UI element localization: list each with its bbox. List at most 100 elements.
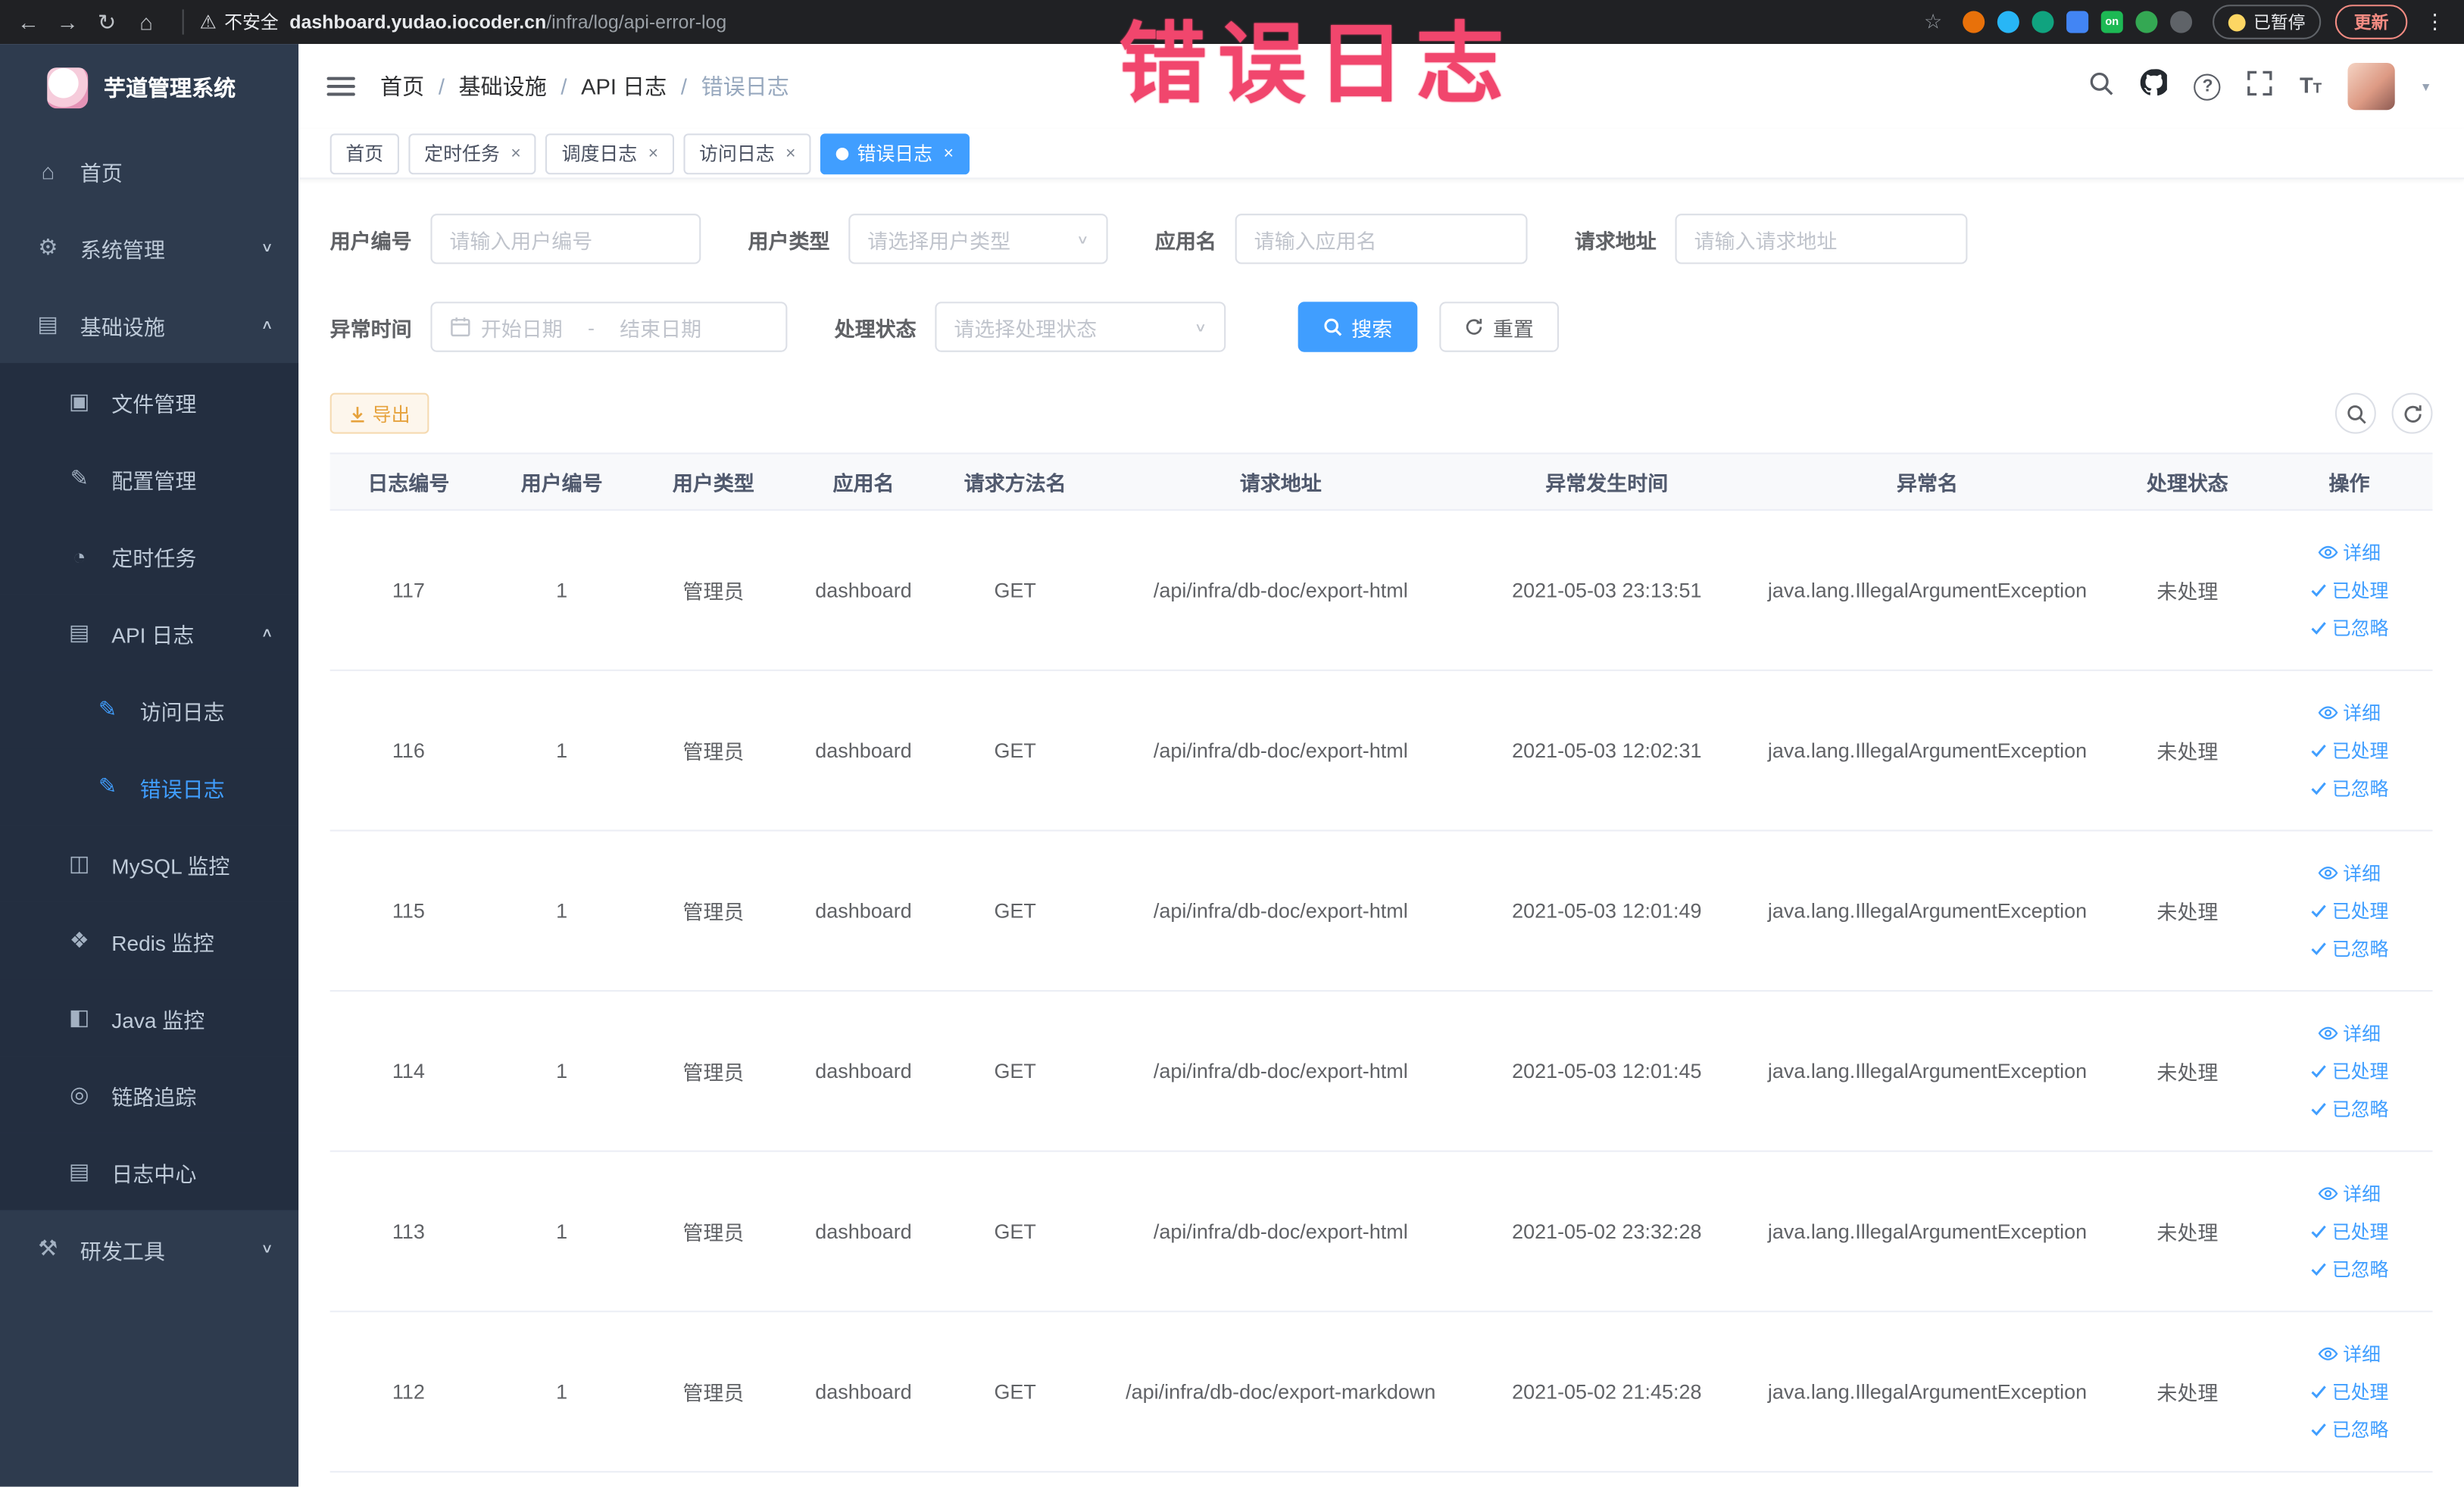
detail-link[interactable]: 详细 [2318,1180,2381,1207]
bookmark-star-icon[interactable]: ☆ [1924,9,1942,34]
app-name-group: 应用名 请输入应用名 [1155,214,1528,264]
sidebar-item[interactable]: ◎ 链路追踪 [0,1056,299,1133]
paused-badge[interactable]: 已暂停 [2213,5,2322,39]
app-logo[interactable]: 芋道管理系统 [0,44,298,132]
mark-ignored-link[interactable]: 已忽略 [2310,1416,2388,1442]
process-status-select[interactable]: 请选择处理状态 ∨ [935,301,1226,352]
mark-ignored-link[interactable]: 已忽略 [2310,775,2388,801]
browser-back-icon[interactable]: ← [16,0,41,44]
app-name-input[interactable]: 请输入应用名 [1235,214,1528,264]
mark-processed-link[interactable]: 已处理 [2310,576,2388,603]
mark-processed-link[interactable]: 已处理 [2310,898,2388,924]
tab[interactable]: 访问日志 × [683,133,812,174]
browser-reload-icon[interactable]: ↻ [94,0,119,44]
tab[interactable]: 错误日志 × [820,133,970,174]
tab[interactable]: 定时任务 × [408,133,537,174]
eye-icon [2318,545,2338,559]
sidebar-item[interactable]: ◫ MySQL 监控 [0,825,299,902]
search-button[interactable]: 搜索 [1298,301,1418,352]
breadcrumb-item[interactable]: 首页 [380,70,424,102]
extension-leaf-icon[interactable] [2135,11,2158,33]
reset-button[interactable]: 重置 [1439,301,1560,352]
github-icon[interactable] [2141,69,2170,104]
fullscreen-icon[interactable] [2247,70,2273,103]
tab-close-icon[interactable]: × [944,144,954,163]
sidebar-item[interactable]: ✎ 配置管理 [0,439,299,517]
sidebar-item[interactable]: ⚙ 系统管理 ∨ [0,209,298,286]
extension-on-badge-icon[interactable]: on [2100,11,2123,33]
date-range-picker[interactable]: 开始日期 - 结束日期 [430,301,788,352]
tab-close-icon[interactable]: × [785,144,795,163]
cell-log-id: 115 [392,898,425,923]
sidebar-item[interactable]: ◧ Java 监控 [0,979,299,1057]
sidebar-item[interactable]: ▤ 基础设施 ∧ [0,286,298,364]
extension-teal-icon[interactable] [1997,11,2019,33]
sidebar-item-label: 日志中心 [111,1162,197,1186]
mark-processed-link[interactable]: 已处理 [2310,1057,2388,1084]
devtools-icon: ⚒ [38,1235,58,1261]
tab[interactable]: 调度日志 × [545,133,674,174]
address-bar[interactable]: ⚠ 不安全 dashboard.yudao.iocoder.cn/infra/l… [182,9,726,35]
browser-home-icon[interactable]: ⌂ [133,0,158,44]
browser-update-button[interactable]: 更新 [2334,5,2408,39]
detail-link[interactable]: 详细 [2318,699,2381,726]
mark-ignored-link[interactable]: 已忽略 [2310,935,2388,961]
security-status[interactable]: ⚠ 不安全 [199,9,278,34]
extension-orange-icon[interactable] [1963,11,1985,33]
sidebar-item[interactable]: ✎ 错误日志 [0,748,299,826]
sidebar-toggle-icon[interactable] [326,77,355,96]
mark-processed-link[interactable]: 已处理 [2310,1218,2388,1245]
user-id-label: 用户编号 [329,228,412,252]
tab[interactable]: 首页 [329,133,399,174]
sidebar-item[interactable]: ▣ 文件管理 [0,363,299,440]
sidebar-item-label: Redis 监控 [111,931,214,955]
browser-forward-icon[interactable]: → [55,0,80,44]
sidebar-item[interactable]: ◔ 定时任务 [0,517,299,595]
table-row: 117 1 管理员 dashboard GET /api/infra/db-do… [329,511,2433,671]
sidebar-item[interactable]: ✎ 访问日志 [0,670,299,748]
header-search-icon[interactable] [2089,70,2114,103]
sidebar-item[interactable]: ▤ 日志中心 [0,1132,299,1211]
mark-processed-link[interactable]: 已处理 [2310,1378,2388,1404]
filter-row-2: 异常时间 开始日期 - 结束日期 处理状态 请选择处理状态 ∨ 搜索 重置 [330,301,2433,352]
row-actions: 详细 已处理 已忽略 [2266,671,2433,830]
refresh-table-button[interactable] [2391,392,2433,434]
detail-link[interactable]: 详细 [2318,539,2381,566]
user-type-select[interactable]: 请选择用户类型 ∨ [848,214,1108,264]
process-status-placeholder: 请选择处理状态 [954,317,1098,341]
app-shell: 芋道管理系统 ⌂ 首页 ⚙ 系统管理 ∨ ▤ 基础设施 ∧ ▣ 文件管理 ✎ 配… [0,44,2464,1487]
browser-menu-icon[interactable]: ⋮ [2422,9,2448,34]
help-icon[interactable]: ? [2194,73,2222,100]
mark-ignored-link[interactable]: 已忽略 [2310,1256,2388,1282]
error-log-table: 日志编号 用户编号 用户类型 应用名 请求方法名 请求地址 异常发生时间 异常名… [329,452,2433,1473]
breadcrumb-item[interactable]: 基础设施 [459,70,547,102]
breadcrumb-item[interactable]: 错误日志 [701,70,789,102]
sidebar-item[interactable]: ⌂ 首页 [0,132,298,209]
avatar-caret-icon[interactable]: ▾ [2422,78,2429,95]
cell-exception: java.lang.IllegalArgumentException [1767,898,2088,923]
detail-link[interactable]: 详细 [2318,1341,2381,1367]
extension-puzzle-icon[interactable] [2170,11,2193,33]
export-button[interactable]: 导出 [329,392,429,434]
extension-blue-grid-icon[interactable] [2066,11,2089,33]
request-url-input[interactable]: 请输入请求地址 [1675,214,1968,264]
cell-app-name: dashboard [815,739,912,763]
sidebar-item[interactable]: ▤ API 日志 ∧ [0,594,299,671]
sidebar-item[interactable]: ⚒ 研发工具 ∨ [0,1210,298,1287]
extension-green-circle-icon[interactable] [2031,11,2054,33]
font-size-icon[interactable]: TT [2300,72,2322,100]
tab-close-icon[interactable]: × [511,144,520,163]
tab-close-icon[interactable]: × [648,144,658,163]
submenu-arrow-icon: ∨ [261,241,273,255]
breadcrumb-item[interactable]: API 日志 [581,70,667,102]
mark-ignored-link[interactable]: 已忽略 [2310,1095,2388,1122]
page-url[interactable]: dashboard.yudao.iocoder.cn/infra/log/api… [289,11,726,33]
sidebar-item[interactable]: ❖ Redis 监控 [0,901,299,979]
detail-link[interactable]: 详细 [2318,1020,2381,1046]
user-id-input[interactable]: 请输入用户编号 [430,214,701,264]
mark-ignored-link[interactable]: 已忽略 [2310,614,2388,641]
user-avatar[interactable] [2348,62,2396,111]
detail-link[interactable]: 详细 [2318,860,2381,886]
toggle-search-button[interactable] [2334,392,2376,434]
mark-processed-link[interactable]: 已处理 [2310,737,2388,764]
